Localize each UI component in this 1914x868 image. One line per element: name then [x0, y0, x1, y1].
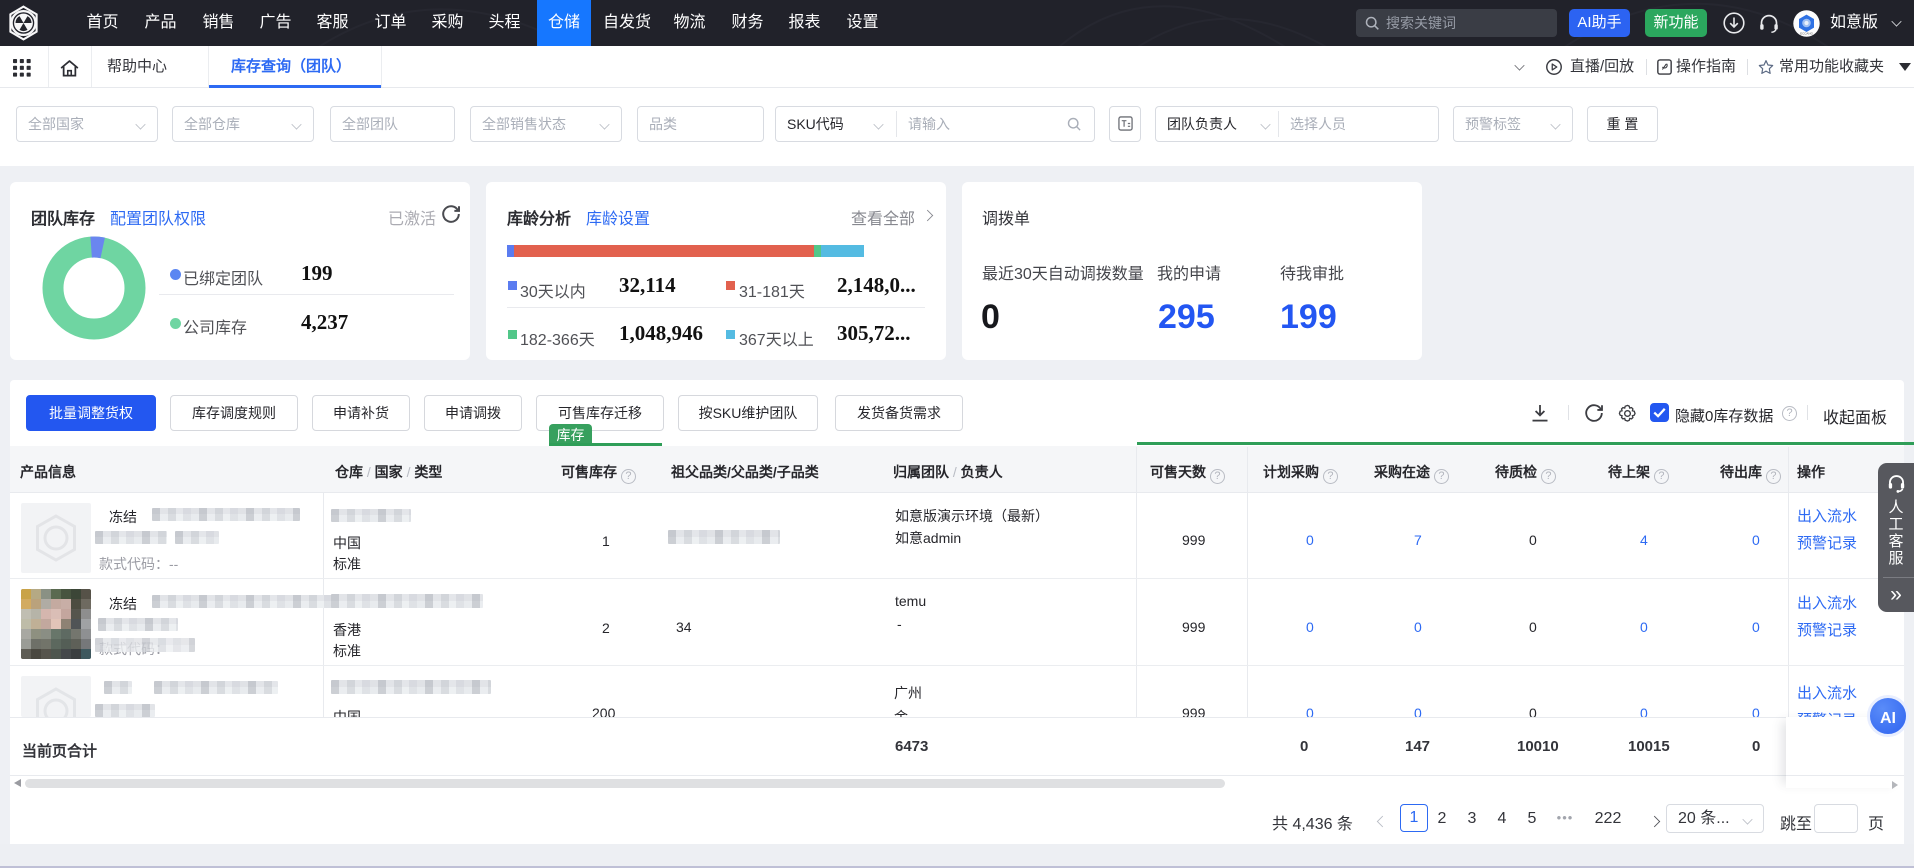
svg-text:ECCANG: ECCANG: [1800, 31, 1814, 35]
